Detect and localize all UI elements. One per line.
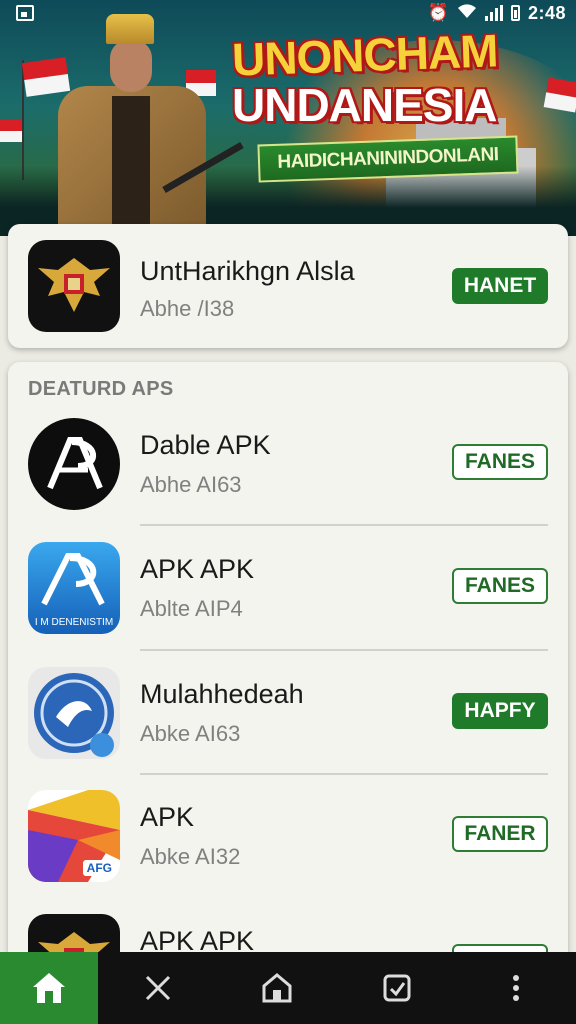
nav-home[interactable]: [0, 952, 98, 1024]
app-subtitle: Abke AI32: [140, 844, 241, 869]
blue-seal-icon: [28, 667, 120, 759]
hero-banner[interactable]: UNONCHAM UNDANESIA HAIDICHANININDONLANI: [0, 0, 576, 236]
home-icon: [33, 973, 65, 1003]
app-action-button[interactable]: FANES: [452, 444, 548, 480]
garuda-emblem-icon: [28, 240, 120, 332]
app-name[interactable]: APK APK: [140, 554, 254, 585]
app-name[interactable]: Mulahhedeah: [140, 679, 304, 710]
banner-title-line2: UNDANESIA: [232, 79, 497, 131]
app-action-button[interactable]: HAPFY: [452, 693, 548, 729]
leader-illustration: [48, 14, 244, 236]
divider: [140, 773, 548, 775]
app-action-button[interactable]: FANES: [452, 568, 548, 604]
signal-icon: [484, 5, 503, 21]
tools-icon: [145, 975, 170, 1001]
app-action-button[interactable]: FANER: [452, 816, 548, 852]
app-subtitle: Ablte AIP4: [140, 596, 243, 621]
more-vertical-icon: [513, 975, 520, 1001]
featured-apps-list: DEATURD APS Dable APK Abhe AI63 FANES I …: [8, 362, 568, 962]
section-title: DEATURD APS: [28, 378, 174, 400]
status-time: 2:48: [527, 2, 566, 23]
battery-icon: [510, 5, 520, 21]
app-name[interactable]: APK: [140, 802, 194, 833]
featured-app-subtitle: Abhe /I38: [140, 296, 235, 321]
list-item[interactable]: I M DENENISTIM APK APK Ablte AIP4 FANES: [8, 542, 568, 652]
indonesian-flag-icon: [0, 120, 22, 142]
divider: [140, 649, 548, 651]
app-subtitle: Abhe AI63: [140, 472, 242, 497]
nav-tools[interactable]: [98, 952, 218, 1024]
featured-app-card[interactable]: UntHarikhgn Alsla Abhe /I38 HANET: [8, 224, 568, 348]
ap-logo-blue-icon: I M DENENISTIM: [28, 542, 120, 634]
indonesian-flag-icon: [543, 77, 576, 113]
list-item[interactable]: AFG APK Abke AI32 FANER: [8, 790, 568, 900]
bottom-navigation: [0, 952, 576, 1024]
app-subtitle: Abke AI63: [140, 721, 241, 746]
notification-square-icon: [16, 5, 34, 21]
alarm-icon: ⏰: [427, 3, 449, 22]
app-name[interactable]: Dable APK: [140, 430, 271, 461]
nav-tasks[interactable]: [337, 952, 457, 1024]
ap-logo-black-icon: [28, 418, 120, 510]
status-bar: ⏰ 2:48: [0, 0, 576, 26]
icon-caption: I M DENENISTIM: [34, 617, 114, 628]
house-outline-icon: [262, 973, 292, 1003]
featured-app-button[interactable]: HANET: [452, 268, 548, 304]
colorful-fold-icon: AFG: [28, 790, 120, 882]
icon-caption: AFG: [82, 860, 116, 876]
checkbox-icon: [383, 974, 411, 1002]
wifi-icon: [457, 3, 477, 24]
featured-app-name[interactable]: UntHarikhgn Alsla: [140, 256, 355, 287]
list-item[interactable]: Dable APK Abhe AI63 FANES: [8, 418, 568, 528]
list-item[interactable]: Mulahhedeah Abke AI63 HAPFY: [8, 667, 568, 777]
divider: [140, 524, 548, 526]
nav-more[interactable]: [457, 952, 576, 1024]
nav-house[interactable]: [218, 952, 338, 1024]
